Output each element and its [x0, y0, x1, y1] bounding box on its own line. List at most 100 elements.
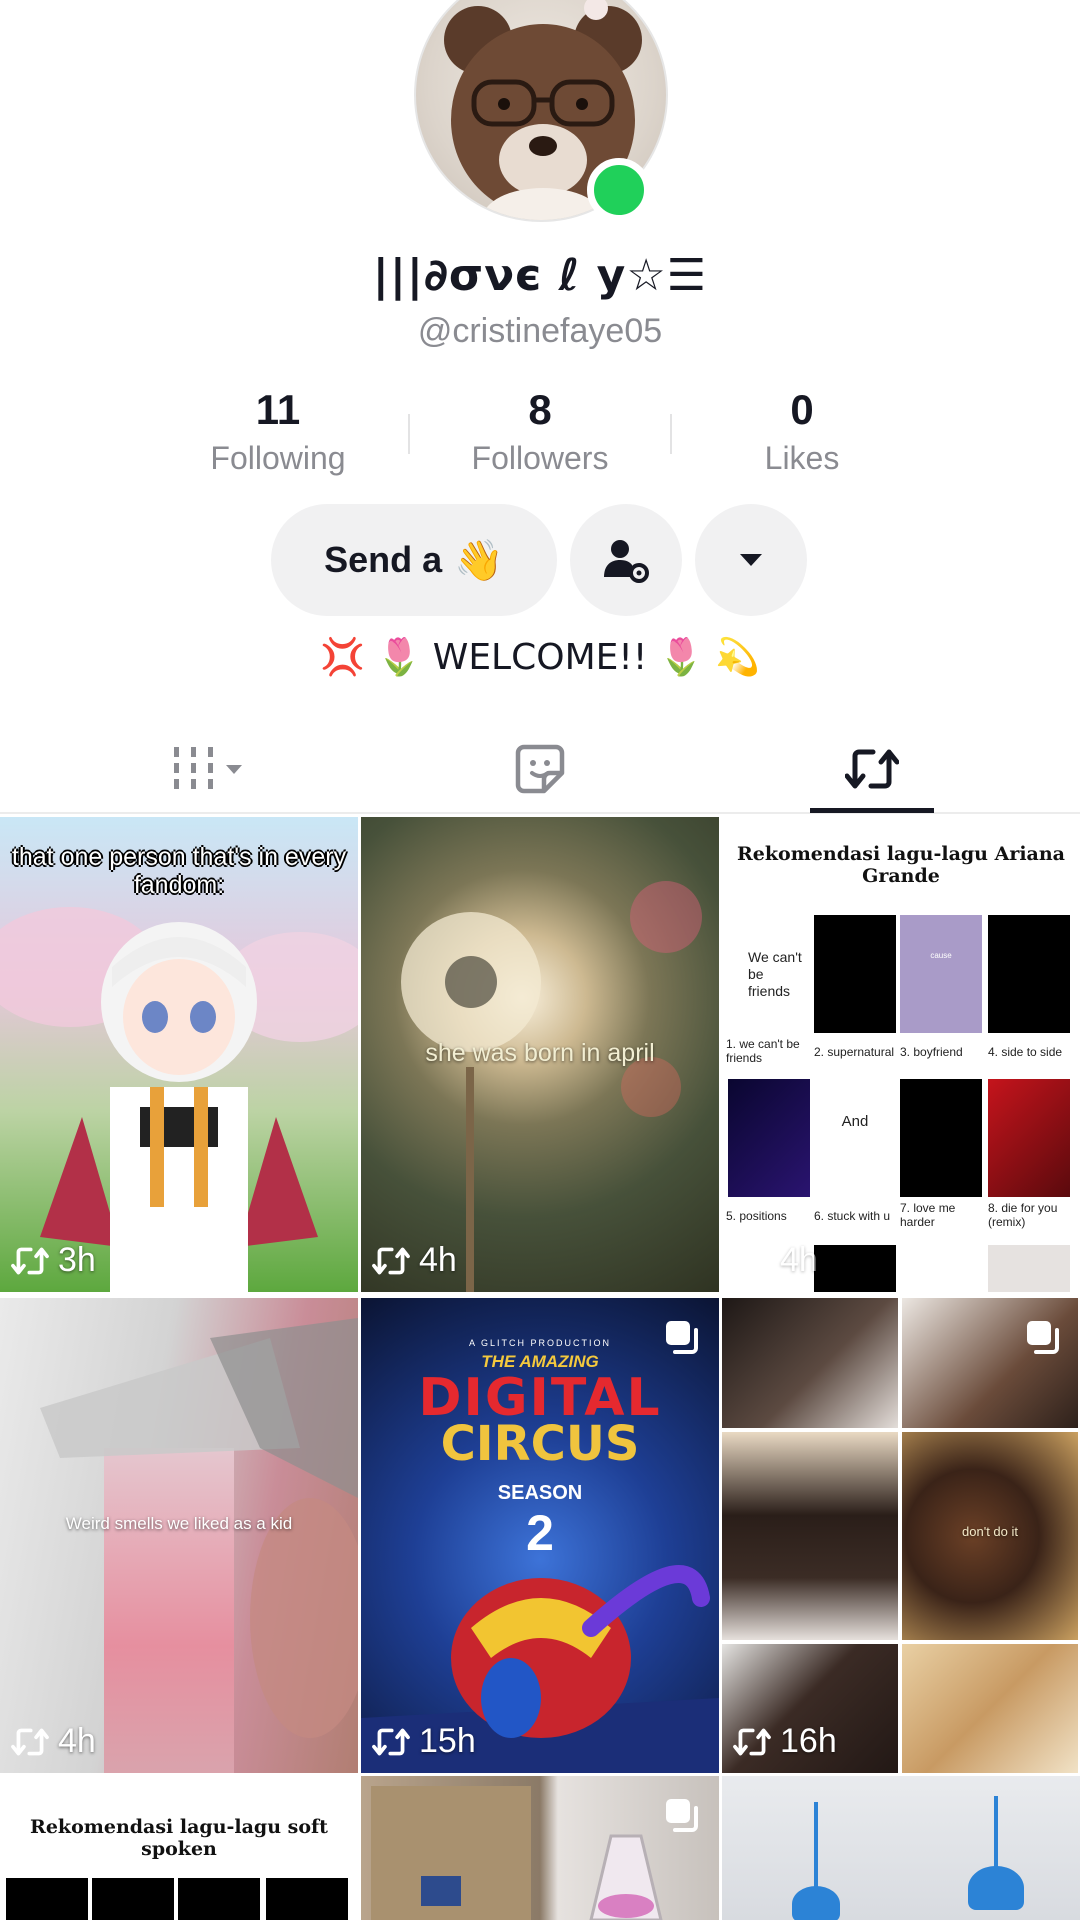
hair-photo: [902, 1644, 1078, 1773]
song-label: 2. supernatural: [814, 1045, 895, 1059]
song-label: 8. die for you (remix): [988, 1201, 1058, 1229]
stat-following[interactable]: 11 Following: [148, 384, 408, 484]
following-count: 11: [255, 386, 301, 433]
more-options-button[interactable]: [695, 504, 807, 616]
song-cover: cause: [900, 915, 982, 1033]
song-cover: [178, 1878, 260, 1920]
tile-repost-meta: 4h: [371, 1241, 457, 1280]
song-cover: We can't be friends: [728, 915, 810, 1033]
song-cover: [92, 1878, 174, 1920]
poster-season: SEASON: [497, 1482, 583, 1504]
lamp-cord: [814, 1802, 818, 1888]
photo-carousel-icon: [666, 1321, 698, 1354]
stat-likes[interactable]: 0 Likes: [672, 384, 932, 484]
profile-stats: 11 Following 8 Followers 0 Likes: [148, 384, 932, 484]
tab-videos[interactable]: [150, 724, 270, 814]
send-wave-label: Send a: [324, 539, 443, 580]
active-tab-indicator: [810, 808, 934, 813]
tile-title: Rekomendasi lagu-lagu Ariana Grande: [736, 843, 1065, 887]
video-tile[interactable]: [722, 1776, 1080, 1920]
followers-label: Followers: [471, 440, 609, 476]
video-tile[interactable]: she was born in april 4h: [361, 817, 719, 1292]
username: @cristinefaye05: [417, 312, 663, 350]
tile-time: 4h: [58, 1722, 96, 1760]
repost-icon: [733, 1247, 771, 1274]
repost-icon: [845, 749, 899, 789]
ceiling-lamp-image: [792, 1886, 840, 1920]
ceiling-lamp-image: [968, 1866, 1024, 1910]
tile-caption: she was born in april: [425, 1039, 655, 1067]
tile-repost-meta: 15h: [371, 1722, 476, 1761]
song-label: 5. positions: [726, 1209, 787, 1223]
song-cover: [266, 1878, 348, 1920]
stat-followers[interactable]: 8 Followers: [410, 384, 670, 484]
hair-photo: [722, 1298, 898, 1428]
dizzy-emoji: 💫: [715, 637, 760, 678]
tile-time: 15h: [419, 1722, 476, 1760]
tile-caption: don't do it: [962, 1524, 1018, 1539]
tile-time: 4h: [419, 1241, 457, 1279]
tile-title: Rekomendasi lagu-lagu soft spoken: [30, 1816, 328, 1860]
song-cover: [728, 1079, 810, 1197]
song-label: 4. side to side: [988, 1045, 1063, 1059]
song-cover: And: [814, 1079, 896, 1197]
cover-text: We can't be friends: [748, 949, 802, 999]
video-tile[interactable]: A GLITCH PRODUCTION THE AMAZING DIGITAL …: [361, 1298, 719, 1773]
tile-time: 16h: [780, 1722, 837, 1760]
tile-repost-meta: 4h: [732, 1241, 818, 1280]
tab-reposts[interactable]: [810, 724, 934, 814]
followers-count: 8: [528, 386, 552, 433]
tile-repost-meta: 3h: [10, 1241, 96, 1280]
cover-text: And: [841, 1113, 869, 1130]
poster-season-number: 2: [526, 1505, 554, 1561]
tile-repost-meta: 16h: [732, 1722, 837, 1761]
repost-icon: [733, 1728, 771, 1755]
song-cover: [988, 1245, 1070, 1292]
photo-carousel-icon: [666, 1799, 698, 1832]
display-name: |||∂σνє ℓ у☆☰: [372, 250, 708, 301]
hair-photo: [722, 1432, 898, 1640]
repost-icon: [372, 1728, 410, 1755]
song-cover: [814, 915, 896, 1033]
song-cover: [988, 915, 1070, 1033]
tile-caption: Weird smells we liked as a kid: [65, 1514, 293, 1533]
wave-hand-icon: 👋: [454, 537, 504, 584]
friend-settings-button[interactable]: [570, 504, 682, 616]
song-cover: [814, 1245, 896, 1292]
video-tile[interactable]: Weird smells we liked as a kid 4h: [0, 1298, 358, 1773]
profile-tabs: [0, 724, 1080, 814]
likes-count: 0: [790, 386, 814, 433]
song-cover: [900, 1079, 982, 1197]
song-label: 3. boyfriend: [900, 1045, 963, 1059]
online-status-indicator: [587, 158, 651, 222]
video-tile[interactable]: Rekomendasi lagu-lagu soft spoken: [0, 1776, 358, 1920]
likes-label: Likes: [764, 440, 840, 476]
videos-grid-icon: [174, 747, 242, 789]
tulip-emoji: 🌷: [376, 637, 422, 678]
song-label: 7. love me harder: [900, 1201, 956, 1229]
photo-carousel-icon: [1027, 1321, 1059, 1354]
tile-repost-meta: 4h: [10, 1722, 96, 1761]
video-tile[interactable]: don't do it 16h: [722, 1298, 1080, 1773]
favorites-icon: [515, 744, 565, 794]
poster-circus: CIRCUS: [440, 1416, 640, 1472]
video-tile[interactable]: [361, 1776, 719, 1920]
lamp-cord: [994, 1796, 998, 1868]
tab-favorites[interactable]: [480, 724, 600, 814]
bio-text: WELCOME!!: [432, 637, 648, 678]
repost-icon: [11, 1247, 49, 1274]
song-label: 1. we can't be friends: [726, 1037, 800, 1065]
following-label: Following: [210, 440, 346, 476]
tulip-emoji: 🌷: [658, 637, 704, 678]
tile-time: 4h: [780, 1241, 818, 1279]
song-cover: [988, 1079, 1070, 1197]
tile-time: 3h: [58, 1241, 96, 1279]
send-wave-button[interactable]: Send a 👋: [271, 504, 557, 616]
video-tile[interactable]: that one person that's in every fandom: …: [0, 817, 358, 1292]
song-cover: [6, 1878, 88, 1920]
song-label: 6. stuck with u: [814, 1209, 891, 1223]
video-tile[interactable]: Rekomendasi lagu-lagu Ariana Grande We c…: [722, 817, 1080, 1292]
tile-caption: that one person that's in every fandom:: [11, 843, 347, 899]
anger-emoji: 💢: [320, 637, 365, 678]
person-settings-icon: [604, 540, 649, 583]
